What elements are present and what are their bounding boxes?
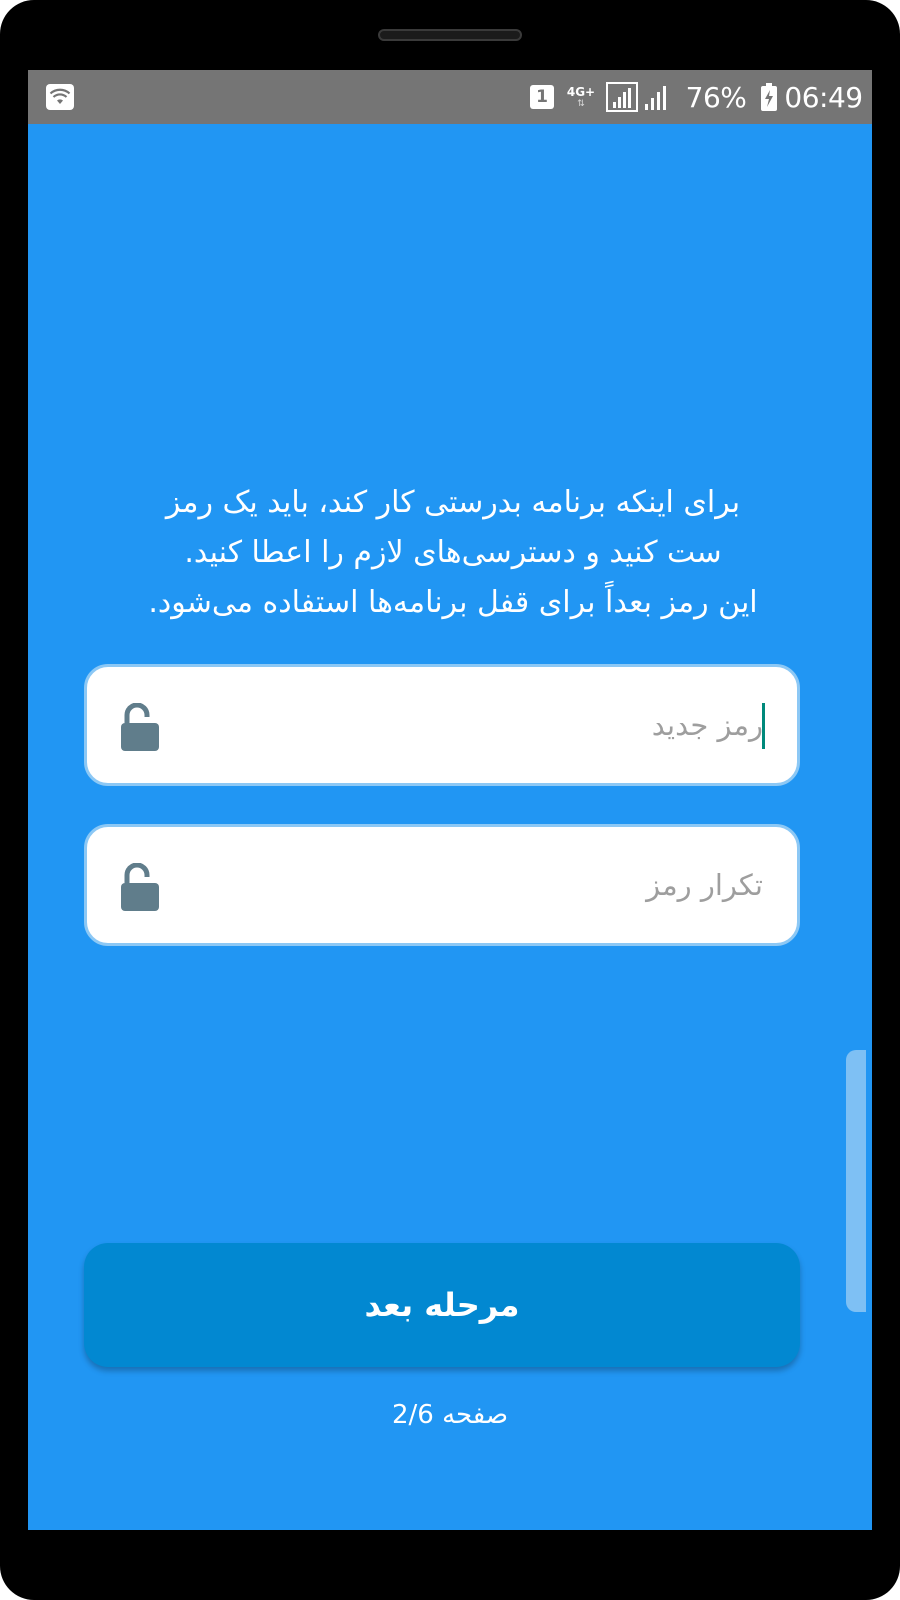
repeat-password-placeholder: تکرار رمز (646, 868, 763, 902)
side-scroll-handle[interactable] (846, 1050, 866, 1312)
phone-frame: 1 4G+ ⇅ 76% 06:49 برای اینکه برنامه بدرس… (0, 0, 900, 1600)
status-bar: 1 4G+ ⇅ 76% 06:49 (28, 70, 872, 124)
battery-percentage: 76% (685, 80, 747, 114)
data-activity-icon: ⇅ (577, 98, 585, 109)
signal-strength-icon (605, 70, 639, 124)
secondary-signal-icon (642, 70, 672, 124)
intro-line-1: برای اینکه برنامه بدرستی کار کند، باید ی… (165, 485, 741, 520)
sim-slot-indicator: 1 (527, 70, 557, 124)
network-type-indicator: 4G+ ⇅ (563, 70, 599, 124)
network-type-label: 4G+ (566, 84, 596, 99)
text-cursor (762, 703, 765, 749)
repeat-password-field[interactable]: تکرار رمز (84, 824, 800, 946)
app-screen: 1 4G+ ⇅ 76% 06:49 برای اینکه برنامه بدرس… (28, 70, 872, 1530)
sim-slot-number: 1 (530, 85, 554, 109)
lock-open-icon (121, 702, 159, 751)
wifi-icon (45, 70, 75, 124)
intro-line-3: این رمز بعداً برای قفل برنامه‌ها استفاده… (148, 585, 758, 620)
next-step-button[interactable]: مرحله بعد (84, 1243, 800, 1367)
battery-charging-icon (757, 70, 781, 124)
speaker-grille (378, 29, 522, 41)
new-password-placeholder: رمز جدید (651, 708, 763, 742)
new-password-field[interactable]: رمز جدید (84, 664, 800, 786)
lock-open-icon (121, 862, 159, 911)
clock: 06:49 (784, 80, 863, 114)
intro-message: برای اینکه برنامه بدرستی کار کند، باید ی… (78, 478, 828, 628)
page-indicator: صفحه 2/6 (391, 1400, 509, 1430)
intro-line-2: ست کنید و دسترسی‌های لازم را اعطا کنید. (184, 535, 722, 570)
